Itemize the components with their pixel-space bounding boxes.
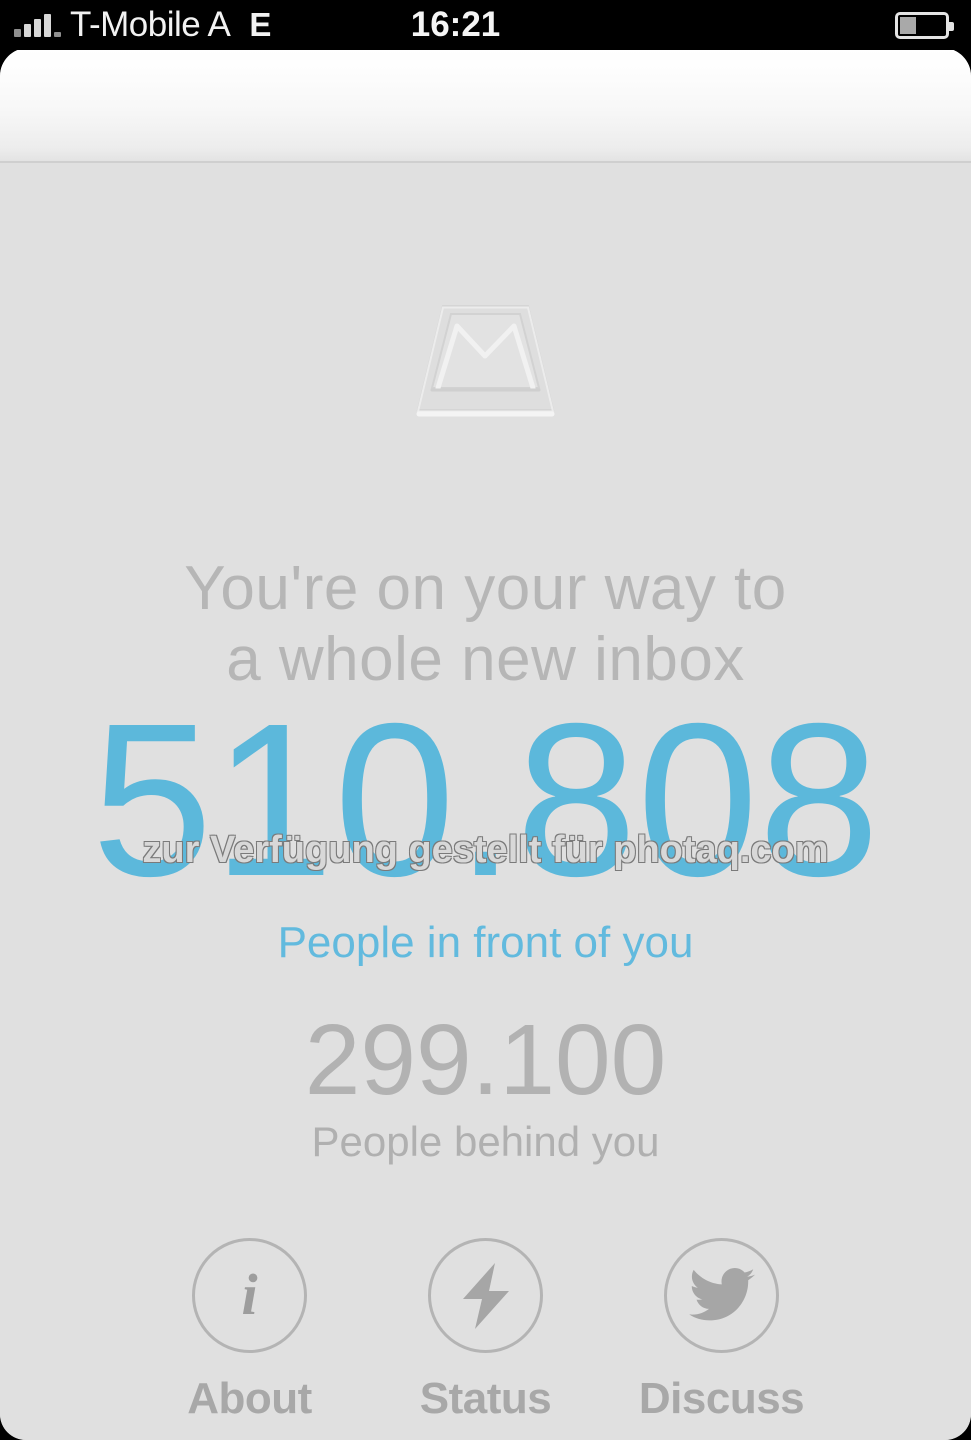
bottom-button-bar: i About Status Discuss xyxy=(0,1238,971,1423)
phone-screen: T-Mobile A E 16:21 You're on your way to… xyxy=(0,0,971,1440)
about-button-label: About xyxy=(187,1374,312,1423)
info-icon: i xyxy=(241,1261,258,1327)
discuss-button[interactable]: Discuss xyxy=(639,1238,805,1423)
mailbox-tray-logo-icon xyxy=(416,305,555,417)
main-content: You're on your way to a whole new inbox … xyxy=(0,165,971,1440)
queue-position-number: 510.808 xyxy=(91,679,880,922)
logo-container xyxy=(0,298,971,428)
battery-fill xyxy=(900,17,916,34)
behind-count-number: 299.100 xyxy=(304,1004,667,1116)
about-button-circle[interactable]: i xyxy=(192,1238,307,1353)
discuss-button-circle[interactable] xyxy=(664,1238,779,1353)
headline: You're on your way to a whole new inbox xyxy=(0,553,971,695)
status-button-label: Status xyxy=(419,1374,552,1423)
lightning-bolt-icon xyxy=(462,1262,509,1329)
about-button[interactable]: i About xyxy=(187,1238,312,1423)
status-button[interactable]: Status xyxy=(420,1238,552,1423)
discuss-button-label: Discuss xyxy=(638,1374,805,1423)
battery-icon xyxy=(895,12,954,39)
queue-position-label: People in front of you xyxy=(277,918,694,967)
status-button-circle[interactable] xyxy=(428,1238,543,1353)
behind-count-label: People behind you xyxy=(311,1118,660,1165)
headline-line-1: You're on your way to xyxy=(184,554,787,623)
navigation-bar xyxy=(0,48,971,163)
status-bar: T-Mobile A E 16:21 xyxy=(0,0,971,50)
status-bar-clock: 16:21 xyxy=(410,5,501,44)
twitter-bird-icon xyxy=(688,1267,755,1320)
app-container: You're on your way to a whole new inbox … xyxy=(0,48,971,1440)
